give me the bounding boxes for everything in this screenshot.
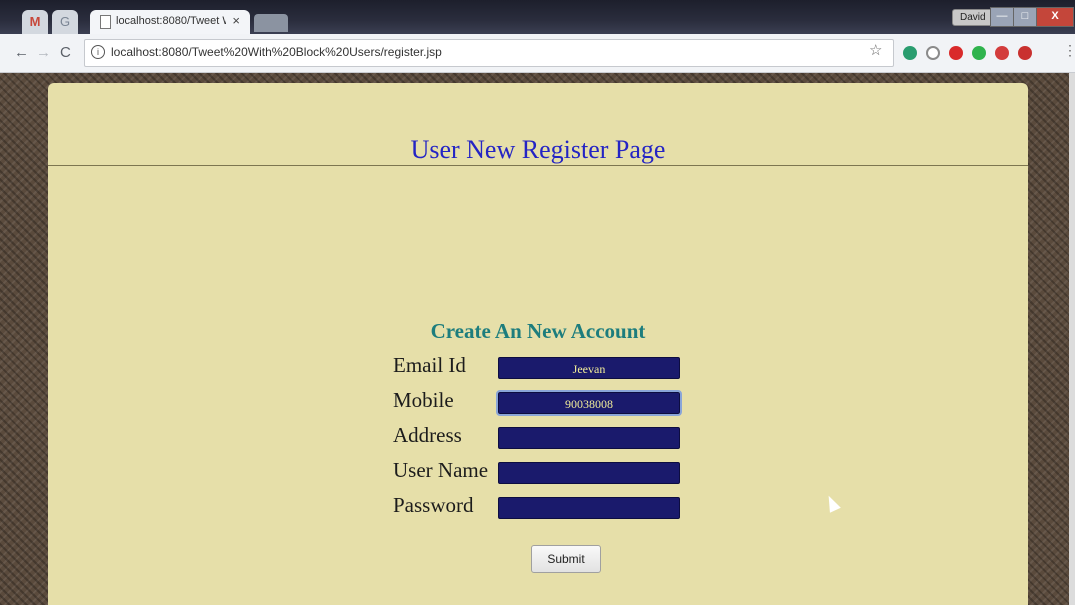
extension-block-icon[interactable] xyxy=(926,46,940,60)
new-tab-button[interactable] xyxy=(254,14,288,32)
maximize-button[interactable]: □ xyxy=(1013,7,1037,27)
title-divider xyxy=(48,165,1028,166)
mobile-field[interactable]: 90038008 xyxy=(496,390,682,416)
address-url: localhost:8080/Tweet%20With%20Block%20Us… xyxy=(111,45,442,59)
google-icon: G xyxy=(59,14,71,29)
info-icon[interactable]: i xyxy=(91,45,105,59)
page-title: User New Register Page xyxy=(410,135,666,164)
extension-check-icon[interactable] xyxy=(972,46,986,60)
password-field[interactable] xyxy=(498,497,680,519)
mobile-label: Mobile xyxy=(393,388,454,412)
more-menu-icon[interactable]: ⋮ xyxy=(1063,42,1075,59)
back-icon[interactable]: ← xyxy=(14,44,29,61)
form-heading: Create An New Account xyxy=(430,319,646,343)
forward-icon[interactable]: → xyxy=(36,44,51,61)
email-label: Email Id xyxy=(393,353,466,377)
bookmark-star-icon[interactable]: ☆ xyxy=(869,41,882,59)
password-label: Password xyxy=(393,493,474,517)
profile-button[interactable]: David xyxy=(952,9,994,26)
tab-google[interactable]: G xyxy=(52,10,78,34)
extension-shield-icon[interactable] xyxy=(903,46,917,60)
browser-titlebar: M G localhost:8080/Tweet W × David — □ X xyxy=(0,0,1075,34)
page-icon xyxy=(100,15,111,29)
address-field[interactable] xyxy=(498,427,680,449)
tab-gmail[interactable]: M xyxy=(22,10,48,34)
content-panel: User New Register Page Create An New Acc… xyxy=(48,83,1028,605)
tab-title: localhost:8080/Tweet W xyxy=(116,15,226,27)
username-label: User Name xyxy=(393,458,489,482)
reload-icon[interactable]: C xyxy=(60,44,71,61)
address-label: Address xyxy=(393,423,462,447)
adblock-icon[interactable] xyxy=(1018,46,1032,60)
extension-shield-red-icon[interactable] xyxy=(995,46,1009,60)
mouse-cursor-icon xyxy=(823,493,841,513)
close-window-button[interactable]: X xyxy=(1036,7,1074,27)
address-bar[interactable]: i localhost:8080/Tweet%20With%20Block%20… xyxy=(84,39,894,67)
submit-button[interactable]: Submit xyxy=(531,545,601,573)
username-field[interactable] xyxy=(498,462,680,484)
gmail-icon: M xyxy=(29,14,41,29)
page-scrollbar[interactable] xyxy=(1069,73,1075,605)
page-background: User New Register Page Create An New Acc… xyxy=(0,73,1075,605)
opera-icon[interactable] xyxy=(949,46,963,60)
tab-active[interactable]: localhost:8080/Tweet W × xyxy=(90,10,250,34)
tab-close-icon[interactable]: × xyxy=(232,13,240,28)
minimize-button[interactable]: — xyxy=(990,7,1014,27)
email-field[interactable]: Jeevan xyxy=(498,357,680,379)
